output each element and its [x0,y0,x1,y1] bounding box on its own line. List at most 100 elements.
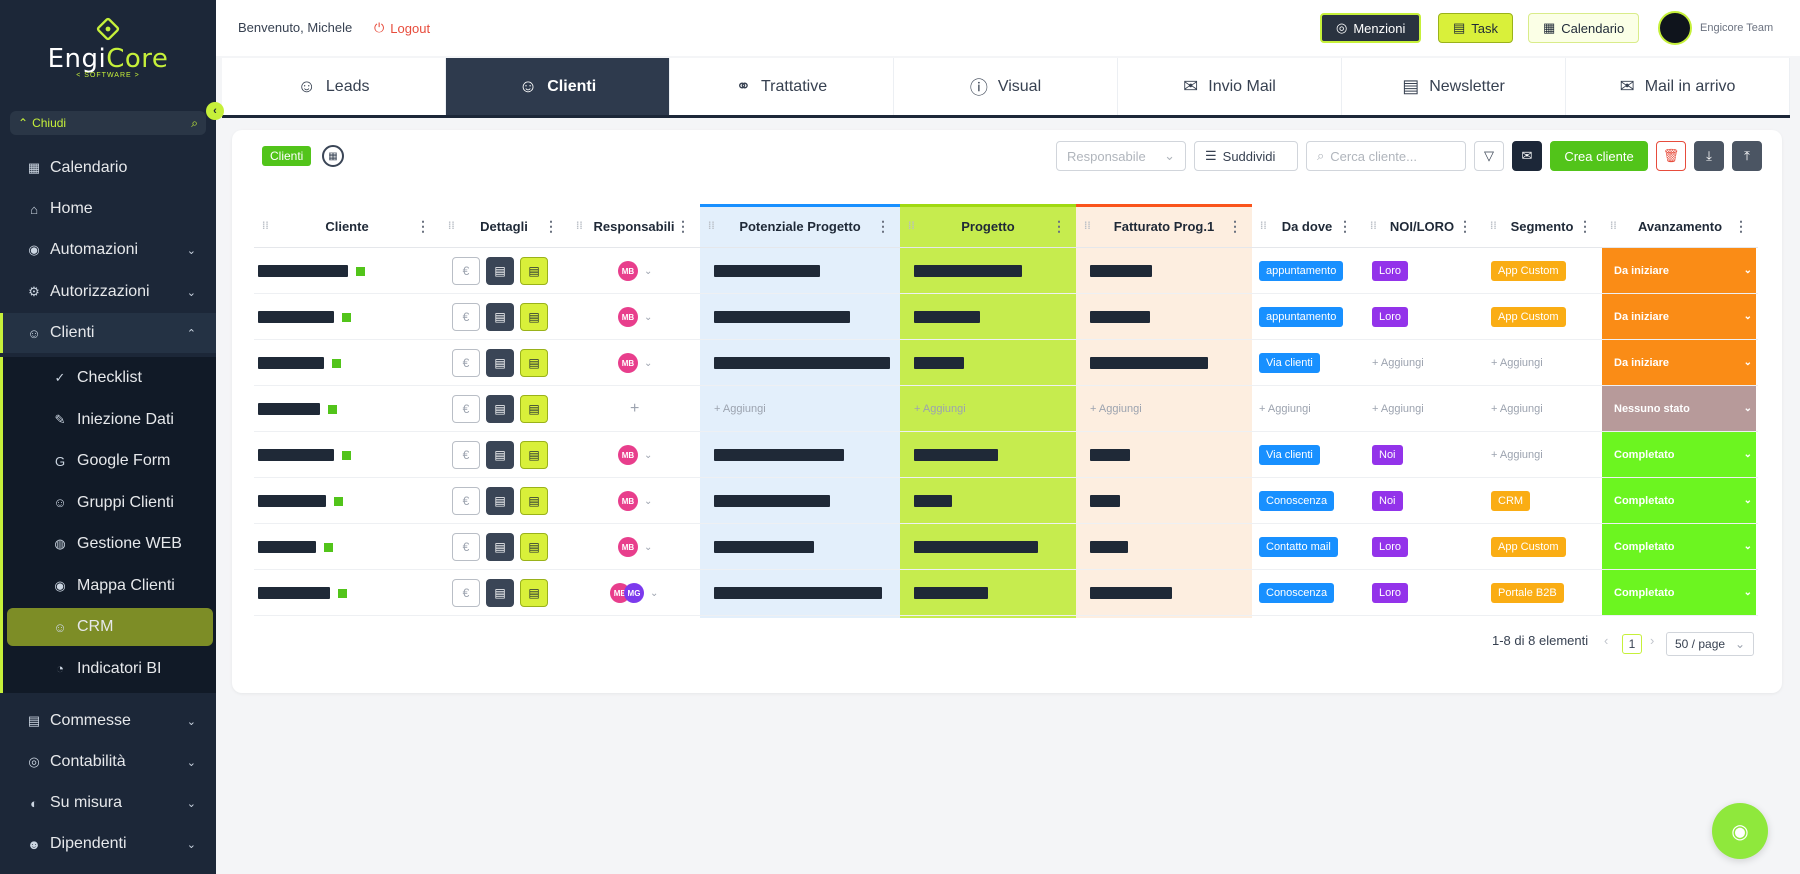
doc-icon[interactable]: ▤ [520,349,548,377]
progetto-cell[interactable] [914,570,988,616]
sidebar-subitem-mappa-clienti[interactable]: ◉ Mappa Clienti [3,567,216,605]
table-row[interactable]: € ▤ ▤ MB ⌄ Conoscenza Noi CRM Completato ⌄ [254,478,1758,524]
column-menu-icon[interactable]: ⋮ [1578,218,1592,235]
column-header-dettagli[interactable]: ⁞⁞ Dettagli ⋮ [440,204,568,248]
chat-fab-button[interactable]: ◉ [1712,803,1768,859]
potenziale-cell[interactable] [714,340,890,386]
tab-trattative[interactable]: ⚭ Trattative [670,58,894,115]
prev-page-icon[interactable]: ‹ [1604,633,1608,648]
table-row[interactable]: € ▤ ▤ MB ⌄ Via clienti Noi + Aggiungi Completato… [254,432,1758,478]
pdf-icon[interactable]: ▤ [486,395,514,423]
progetto-cell[interactable] [914,248,1022,294]
sidebar-item-commesse[interactable]: ▤ Commesse ⌄ [0,701,216,741]
doc-icon[interactable]: ▤ [520,303,548,331]
grid-view-icon[interactable]: ▦ [322,145,344,167]
noi-loro-cell[interactable]: Loro [1372,524,1409,570]
add-segmento-button[interactable]: + Aggiungi [1491,432,1543,478]
drag-handle-icon[interactable]: ⁞⁞ [708,221,715,232]
delete-button[interactable]: 🗑 [1656,141,1686,171]
column-menu-icon[interactable]: ⋮ [544,218,558,235]
column-menu-icon[interactable]: ⋮ [1338,218,1352,235]
avanzamento-select[interactable]: Da iniziare ⌄ [1602,294,1756,339]
fatturato-cell[interactable] [1090,294,1150,340]
sidebar-item-calendario[interactable]: ▦ Calendario [0,148,216,188]
column-header-responsabili[interactable]: ⁞⁞ Responsabili ⋮ [568,204,700,248]
responsabili-cell[interactable]: MB MG ⌄ [610,570,658,616]
column-header-cliente[interactable]: ⁞⁞ Cliente ⋮ [254,204,440,248]
mail-button[interactable]: ✉ [1512,141,1542,171]
sidebar-item-automazioni[interactable]: ◉ Automazioni ⌄ [0,230,216,270]
drag-handle-icon[interactable]: ⁞⁞ [1260,221,1267,232]
progetto-cell[interactable] [914,294,980,340]
drag-handle-icon[interactable]: ⁞⁞ [908,221,915,232]
menzioni-button[interactable]: ◎ Menzioni [1320,13,1422,43]
euro-icon[interactable]: € [452,487,480,515]
column-header-da-dove[interactable]: ⁞⁞ Da dove ⋮ [1252,204,1362,248]
responsabili-cell[interactable]: MB ⌄ [618,294,652,340]
pdf-icon[interactable]: ▤ [486,441,514,469]
sidebar-subitem-crm[interactable]: ☺ CRM [7,608,213,646]
cliente-cell[interactable] [258,524,438,570]
tab-clienti[interactable]: ☺ Clienti [446,58,670,115]
fatturato-cell[interactable] [1090,248,1152,294]
da-dove-cell[interactable]: Conoscenza [1259,478,1335,524]
add-potenziale-button[interactable]: + Aggiungi [714,386,766,432]
potenziale-cell[interactable] [714,570,882,616]
column-header-progetto[interactable]: ⁞⁞ Progetto ⋮ [900,204,1076,248]
drag-handle-icon[interactable]: ⁞⁞ [1610,221,1617,232]
cliente-cell[interactable] [258,248,438,294]
tab-mail-in-arrivo[interactable]: ✉ Mail in arrivo [1566,58,1790,115]
sidebar-item-contabilit-[interactable]: ◎ Contabilità ⌄ [0,742,216,782]
tab-newsletter[interactable]: ▤ Newsletter [1342,58,1566,115]
sidebar-subitem-iniezione-dati[interactable]: ✎ Iniezione Dati [3,401,216,439]
progetto-cell[interactable] [914,340,964,386]
responsabili-cell[interactable]: MB ⌄ [618,248,652,294]
drag-handle-icon[interactable]: ⁞⁞ [1084,221,1091,232]
responsabili-cell[interactable]: MB ⌄ [618,524,652,570]
avanzamento-select[interactable]: Da iniziare ⌄ [1602,340,1756,385]
progetto-cell[interactable] [914,524,1038,570]
euro-icon[interactable]: € [452,395,480,423]
da-dove-cell[interactable]: appuntamento [1259,294,1344,340]
calendario-button[interactable]: ▦ Calendario [1528,13,1640,43]
segmento-cell[interactable]: App Custom [1491,524,1566,570]
page-1-button[interactable]: 1 [1622,634,1642,654]
sidebar-subitem-checklist[interactable]: ✓ Checklist [3,359,216,397]
responsabili-cell[interactable]: MB ⌄ [618,432,652,478]
responsabili-cell[interactable]: MB ⌄ [618,478,652,524]
potenziale-cell[interactable] [714,294,850,340]
column-menu-icon[interactable]: ⋮ [416,218,430,235]
drag-handle-icon[interactable]: ⁞⁞ [1490,221,1497,232]
progetto-cell[interactable] [914,432,998,478]
fatturato-cell[interactable] [1090,340,1208,386]
column-menu-icon[interactable]: ⋮ [1052,218,1066,235]
table-row[interactable]: € ▤ ▤ MB ⌄ Via clienti + Aggiungi + Aggiungi Da … [254,340,1758,386]
avanzamento-select[interactable]: Completato ⌄ [1602,570,1756,615]
column-menu-icon[interactable]: ⋮ [876,218,890,235]
column-header-potenziale-progetto[interactable]: ⁞⁞ Potenziale Progetto ⋮ [700,204,900,248]
task-button[interactable]: ▤ Task [1438,13,1514,43]
drag-handle-icon[interactable]: ⁞⁞ [1370,221,1377,232]
table-row[interactable]: € ▤ ▤ MB MG ⌄ Conoscenza Loro Portale B2B Complet… [254,570,1758,616]
pdf-icon[interactable]: ▤ [486,257,514,285]
page-size-select[interactable]: 50 / page ⌄ [1666,632,1754,656]
da-dove-cell[interactable]: Via clienti [1259,432,1320,478]
column-menu-icon[interactable]: ⋮ [676,218,690,235]
fatturato-cell[interactable] [1090,478,1120,524]
upload-button[interactable]: ⤒ [1732,141,1762,171]
sidebar-subitem-google-form[interactable]: G Google Form [3,442,216,480]
avanzamento-select[interactable]: Da iniziare ⌄ [1602,248,1756,293]
doc-icon[interactable]: ▤ [520,441,548,469]
cliente-cell[interactable] [258,340,438,386]
pdf-icon[interactable]: ▤ [486,579,514,607]
fatturato-cell[interactable] [1090,432,1130,478]
add-da-dove-button[interactable]: + Aggiungi [1259,386,1311,432]
euro-icon[interactable]: € [452,257,480,285]
column-header-avanzamento[interactable]: ⁞⁞ Avanzamento ⋮ [1602,204,1758,248]
sidebar-item-autorizzazioni[interactable]: ⚙ Autorizzazioni ⌄ [0,272,216,312]
noi-loro-cell[interactable]: Noi [1372,478,1403,524]
add-segmento-button[interactable]: + Aggiungi [1491,340,1543,386]
noi-loro-cell[interactable]: Loro [1372,570,1409,616]
add-progetto-button[interactable]: + Aggiungi [914,386,966,432]
search-icon[interactable]: ⌕ [191,116,198,131]
